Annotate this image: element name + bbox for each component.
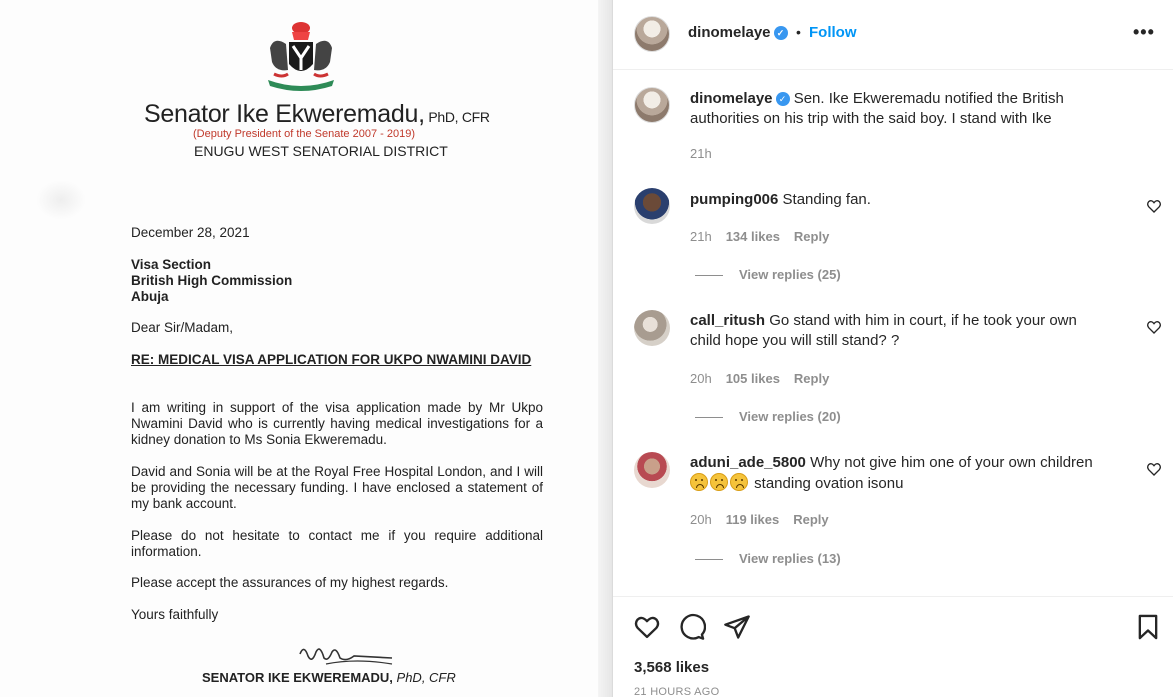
caption-text: dinomelaye ✓ Sen. Ike Ekweremadu notified… [690, 90, 1064, 127]
comment-meta: 20h 119 likes Reply [690, 512, 843, 527]
nigeria-coat-of-arms-icon [268, 22, 334, 91]
avatar[interactable] [634, 16, 670, 52]
comment-time: 20h [690, 512, 712, 527]
letterhead-name: Senator Ike Ekweremadu, PhD, CFR [144, 100, 490, 128]
letter-address: Visa Section British High Commission Abu… [131, 257, 293, 304]
likes-count[interactable]: 3,568 likes [634, 659, 709, 676]
view-replies-button[interactable]: View replies (20) [695, 409, 841, 424]
view-replies-button[interactable]: View replies (13) [695, 551, 841, 566]
post-actions-bar: 3,568 likes 21 HOURS AGO [613, 596, 1173, 697]
frowning-face-emoji-icon [730, 473, 748, 491]
comment-like-heart-icon[interactable] [1146, 461, 1162, 477]
post-timestamp: 21 HOURS AGO [634, 686, 720, 697]
comment-likes[interactable]: 105 likes [726, 371, 780, 386]
letter-date: December 28, 2021 [131, 225, 250, 240]
heart-icon[interactable] [633, 613, 661, 641]
letter-paragraph-3: Please do not hesitate to contact me if … [131, 528, 543, 559]
letter-closing: Yours faithfully [131, 607, 219, 622]
verified-badge-icon: ✓ [775, 92, 790, 106]
comment-text: aduni_ade_5800 Why not give him one of y… [690, 454, 1093, 492]
view-replies-button[interactable]: View replies (25) [695, 267, 841, 282]
reply-button[interactable]: Reply [793, 512, 828, 527]
follow-button[interactable]: Follow [809, 24, 857, 41]
comment-meta: 20h 105 likes Reply [690, 371, 843, 386]
verified-badge-icon: ✓ [773, 26, 788, 40]
letter-salutation: Dear Sir/Madam, [131, 320, 234, 335]
comment-username[interactable]: pumping006 [690, 191, 778, 208]
header-username[interactable]: dinomelaye ✓ [688, 24, 788, 41]
caption-username[interactable]: dinomelaye [690, 90, 773, 107]
replies-line [695, 275, 723, 277]
post-header: dinomelaye ✓ • Follow ••• [613, 0, 1173, 70]
comment-text: call_ritush Go stand with him in court, … [690, 312, 1077, 349]
separator-dot: • [796, 24, 801, 40]
comment-time: 21h [690, 229, 712, 244]
frowning-face-emoji-icon [710, 473, 728, 491]
post-sidebar: dinomelaye ✓ • Follow ••• dinomelaye ✓ Sen… [612, 0, 1173, 697]
replies-line [695, 417, 723, 419]
letter-paragraph-4: Please accept the assurances of my highe… [131, 575, 449, 590]
handwritten-signature [299, 648, 393, 665]
frowning-face-emoji-icon [690, 473, 708, 491]
comment-bubble-icon[interactable] [678, 613, 706, 641]
comment-username[interactable]: aduni_ade_5800 [690, 454, 806, 471]
replies-line [695, 559, 723, 561]
avatar[interactable] [634, 310, 670, 346]
avatar[interactable] [634, 452, 670, 488]
image-edge-divider [598, 0, 612, 697]
letterhead-role: (Deputy President of the Senate 2007 - 2… [193, 128, 415, 140]
comment-meta: 21h 134 likes Reply [690, 229, 843, 244]
reply-button[interactable]: Reply [794, 229, 829, 244]
comment-like-heart-icon[interactable] [1146, 319, 1162, 335]
comment-likes[interactable]: 134 likes [726, 229, 780, 244]
letter-subject: RE: MEDICAL VISA APPLICATION FOR UKPO NW… [131, 352, 532, 367]
bookmark-icon[interactable] [1134, 613, 1162, 641]
avatar[interactable] [634, 188, 670, 224]
post-image-letter: Senator Ike Ekweremadu, PhD, CFR (Deputy… [0, 0, 612, 697]
paper-smudge [36, 180, 86, 220]
comment-likes[interactable]: 119 likes [726, 512, 780, 527]
comment-time: 20h [690, 371, 712, 386]
comment-text: pumping006 Standing fan. [690, 191, 871, 208]
avatar[interactable] [634, 87, 670, 123]
letter-paragraph-1: I am writing in support of the visa appl… [131, 400, 543, 447]
letterhead-district: ENUGU WEST SENATORIAL DISTRICT [194, 143, 448, 159]
comment-username[interactable]: call_ritush [690, 312, 765, 329]
reply-button[interactable]: Reply [794, 371, 829, 386]
paper-plane-icon[interactable] [723, 613, 751, 641]
letter-signer: SENATOR IKE EKWEREMADU, PhD, CFR [202, 670, 456, 685]
more-options-icon[interactable]: ••• [1133, 22, 1155, 43]
letter-paragraph-2: David and Sonia will be at the Royal Fre… [131, 464, 543, 511]
comment-like-heart-icon[interactable] [1146, 198, 1162, 214]
caption-time: 21h [690, 146, 712, 161]
